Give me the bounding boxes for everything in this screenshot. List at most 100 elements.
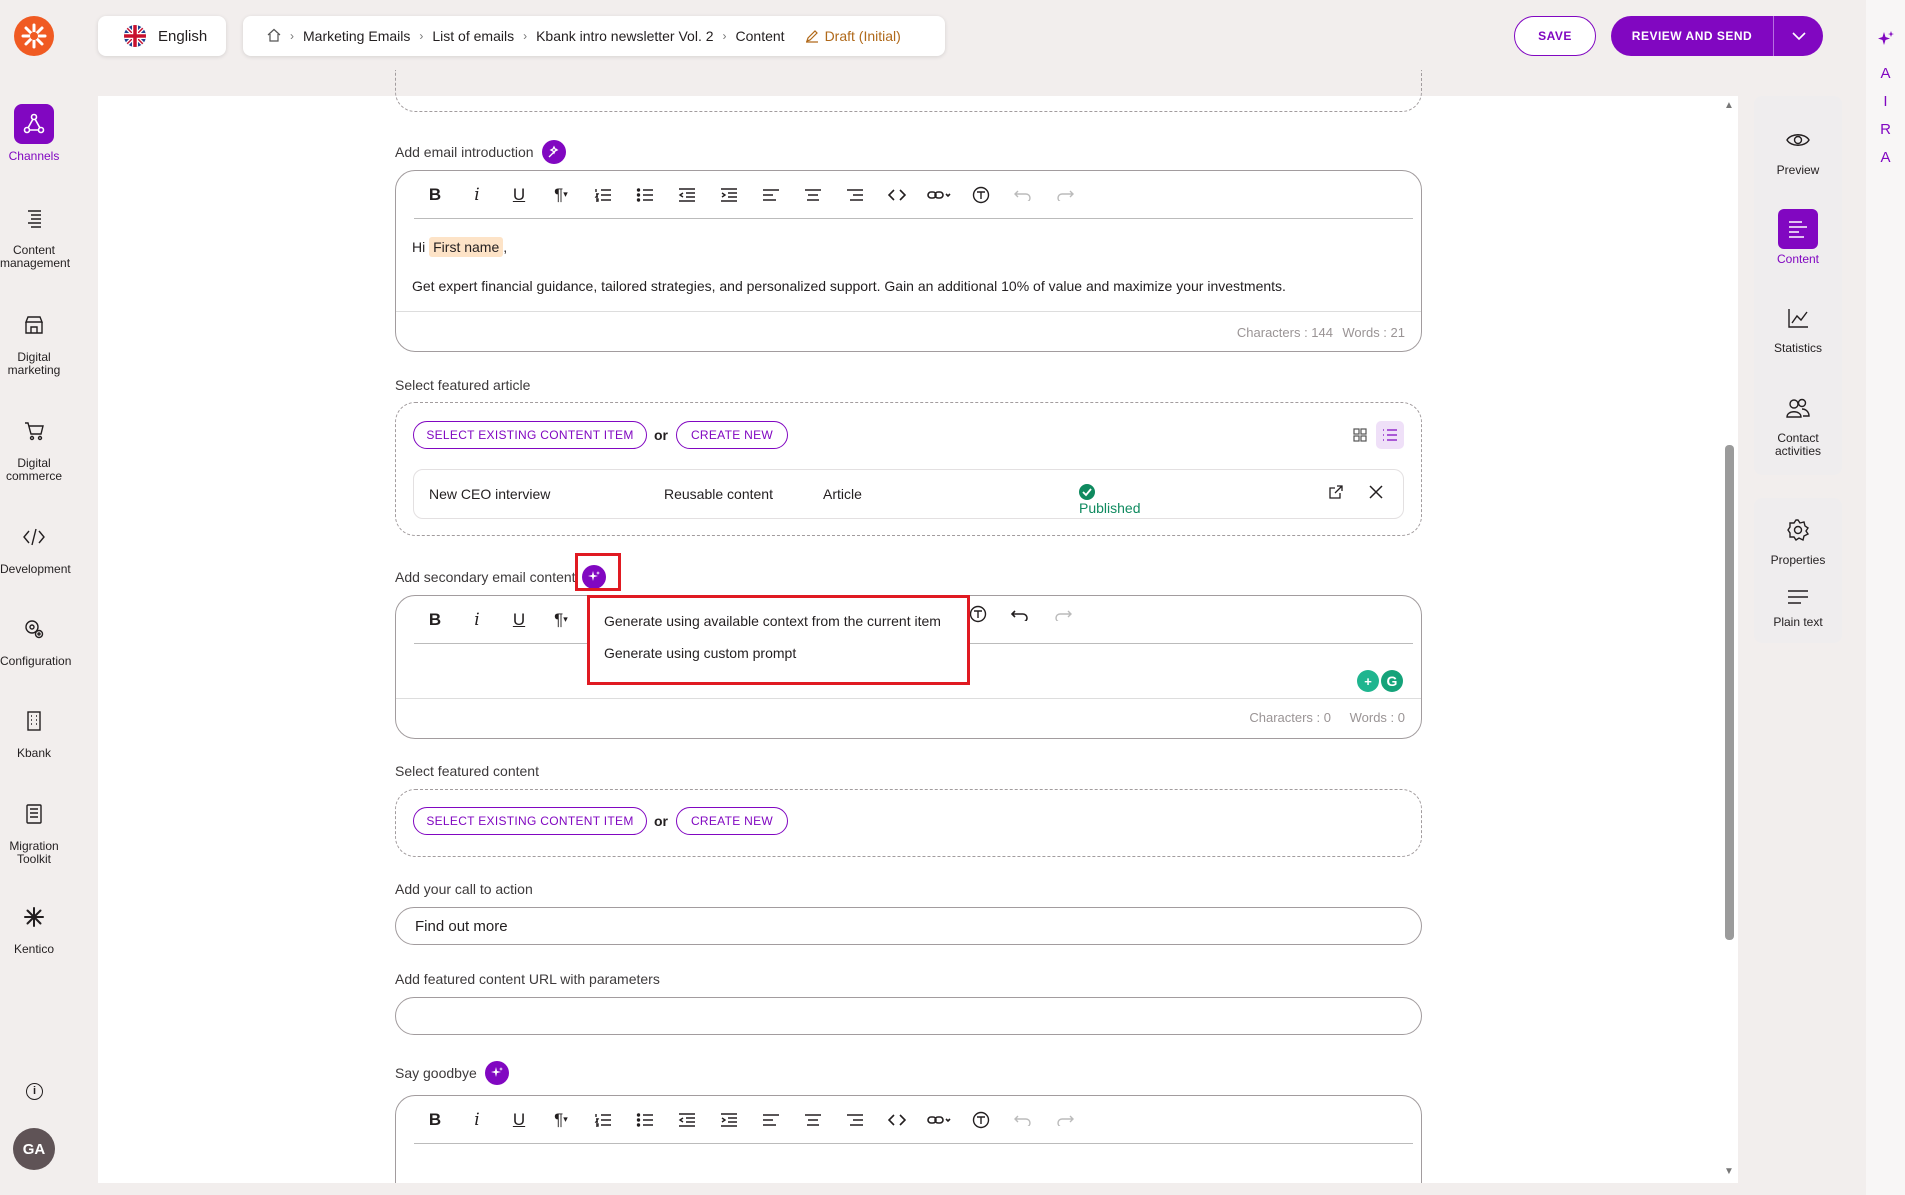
bullet-list-button[interactable] (624, 180, 666, 210)
rp-statistics[interactable]: Statistics (1754, 298, 1842, 355)
rp-properties[interactable]: Properties (1754, 510, 1842, 567)
token-button[interactable] (960, 180, 1002, 210)
nav-kentico[interactable]: Kentico (0, 897, 68, 956)
menu-item-generate-context[interactable]: Generate using available context from th… (604, 613, 941, 629)
align-left-button[interactable] (750, 1105, 792, 1135)
underline-button[interactable]: U (498, 180, 540, 210)
status-badge: Draft (Initial) (805, 28, 901, 44)
outdent-button[interactable] (666, 1105, 708, 1135)
nav-channels[interactable]: Channels (0, 104, 68, 163)
first-name-token[interactable]: First name (429, 237, 504, 257)
migration-icon (14, 794, 54, 834)
indent-button[interactable] (708, 180, 750, 210)
grammarly-icon[interactable]: G (1381, 670, 1403, 692)
nav-migration-toolkit[interactable]: Migration Toolkit (0, 794, 68, 866)
redo-button[interactable] (1054, 608, 1072, 626)
kentico-logo[interactable] (14, 16, 54, 56)
indent-button[interactable] (708, 1105, 750, 1135)
ordered-list-button[interactable] (582, 1105, 624, 1135)
url-input[interactable] (395, 997, 1422, 1035)
redo-button[interactable] (1044, 180, 1086, 210)
article-kind: Article (823, 486, 862, 502)
token-button[interactable] (969, 605, 987, 628)
rp-content[interactable]: Content (1754, 209, 1842, 266)
article-label: Select featured article (395, 377, 531, 393)
nav-configuration[interactable]: Configuration (0, 609, 71, 668)
aira-letter: R (1880, 121, 1891, 138)
breadcrumb-marketing-emails[interactable]: Marketing Emails (303, 28, 410, 44)
align-right-button[interactable] (834, 1105, 876, 1135)
ai-sparkle-icon[interactable] (484, 1061, 509, 1085)
menu-item-generate-custom-prompt[interactable]: Generate using custom prompt (604, 645, 796, 661)
italic-button[interactable]: i (456, 180, 498, 210)
scrollbar[interactable]: ▲ ▼ (1724, 100, 1734, 1180)
nav-development[interactable]: Development (0, 517, 71, 576)
bold-button[interactable]: B (414, 1105, 456, 1135)
nav-content-management[interactable]: Content management (0, 198, 70, 270)
underline-button[interactable]: U (498, 605, 540, 635)
scroll-up-icon[interactable]: ▲ (1724, 100, 1734, 111)
nav-kbank[interactable]: Kbank (0, 701, 68, 760)
list-view-icon[interactable] (1376, 421, 1404, 449)
code-view-button[interactable] (876, 180, 918, 210)
rp-plain-text[interactable]: Plain text (1754, 582, 1842, 629)
align-left-button[interactable] (750, 180, 792, 210)
code-view-button[interactable] (876, 1105, 918, 1135)
create-new-button[interactable]: CREATE NEW (676, 807, 788, 835)
ordered-list-button[interactable] (582, 180, 624, 210)
align-center-button[interactable] (792, 1105, 834, 1135)
rp-preview[interactable]: Preview (1754, 120, 1842, 177)
intro-editor[interactable]: B i U ¶ ▾ Hi First name, Get expert finan… (395, 170, 1422, 352)
select-existing-button[interactable]: SELECT EXISTING CONTENT ITEM (413, 807, 647, 835)
align-center-button[interactable] (792, 180, 834, 210)
uk-flag-icon (124, 25, 146, 47)
cart-icon (14, 411, 54, 451)
italic-button[interactable]: i (456, 605, 498, 635)
outdent-button[interactable] (666, 180, 708, 210)
lightbulb-icon[interactable]: + (1357, 670, 1379, 692)
ai-sparkle-icon[interactable] (541, 140, 566, 164)
scrollbar-thumb[interactable] (1725, 445, 1734, 940)
align-right-button[interactable] (834, 180, 876, 210)
link-button[interactable] (918, 1105, 960, 1135)
rp-contact-activities[interactable]: Contact activities (1754, 388, 1842, 458)
remove-icon[interactable] (1368, 484, 1384, 503)
featured-content-selector: SELECT EXISTING CONTENT ITEM or CREATE N… (395, 789, 1422, 857)
paragraph-button[interactable]: ¶ ▾ (540, 1105, 582, 1135)
scroll-down-icon[interactable]: ▼ (1724, 1166, 1734, 1177)
greeting-comma: , (503, 239, 508, 255)
grid-view-icon[interactable] (1352, 427, 1368, 448)
bullet-list-button[interactable] (624, 1105, 666, 1135)
nav-digital-marketing[interactable]: Digital marketing (0, 305, 68, 377)
chevron-right-icon: › (419, 29, 424, 43)
link-button[interactable] (918, 180, 960, 210)
create-new-button[interactable]: CREATE NEW (676, 421, 788, 449)
save-button[interactable]: SAVE (1514, 16, 1596, 56)
chevron-down-icon[interactable] (1773, 16, 1823, 56)
paragraph-button[interactable]: ¶ ▾ (540, 180, 582, 210)
bold-button[interactable]: B (414, 605, 456, 635)
select-existing-button[interactable]: SELECT EXISTING CONTENT ITEM (413, 421, 647, 449)
language-selector[interactable]: English (98, 16, 226, 56)
breadcrumb-newsletter[interactable]: Kbank intro newsletter Vol. 2 (536, 28, 713, 44)
nav-digital-commerce[interactable]: Digital commerce (0, 411, 68, 483)
goodbye-editor[interactable]: B i U ¶ ▾ (395, 1095, 1422, 1195)
review-and-send-button[interactable]: REVIEW AND SEND (1611, 16, 1823, 56)
italic-button[interactable]: i (456, 1105, 498, 1135)
avatar[interactable]: GA (13, 1128, 55, 1170)
bold-button[interactable]: B (414, 180, 456, 210)
home-icon[interactable] (267, 28, 281, 45)
table-row[interactable]: New CEO interview Reusable content Artic… (413, 469, 1404, 519)
paragraph-button[interactable]: ¶ ▾ (540, 605, 582, 635)
cta-input[interactable]: Find out more (395, 907, 1422, 945)
info-icon[interactable]: i (26, 1083, 43, 1100)
undo-button[interactable] (1010, 608, 1029, 626)
undo-button[interactable] (1002, 1105, 1044, 1135)
undo-button[interactable] (1002, 180, 1044, 210)
underline-button[interactable]: U (498, 1105, 540, 1135)
token-button[interactable] (960, 1105, 1002, 1135)
aira-panel[interactable]: A I R A (1866, 0, 1905, 1195)
breadcrumb-list-of-emails[interactable]: List of emails (432, 28, 514, 44)
redo-button[interactable] (1044, 1105, 1086, 1135)
open-external-icon[interactable] (1328, 484, 1344, 503)
